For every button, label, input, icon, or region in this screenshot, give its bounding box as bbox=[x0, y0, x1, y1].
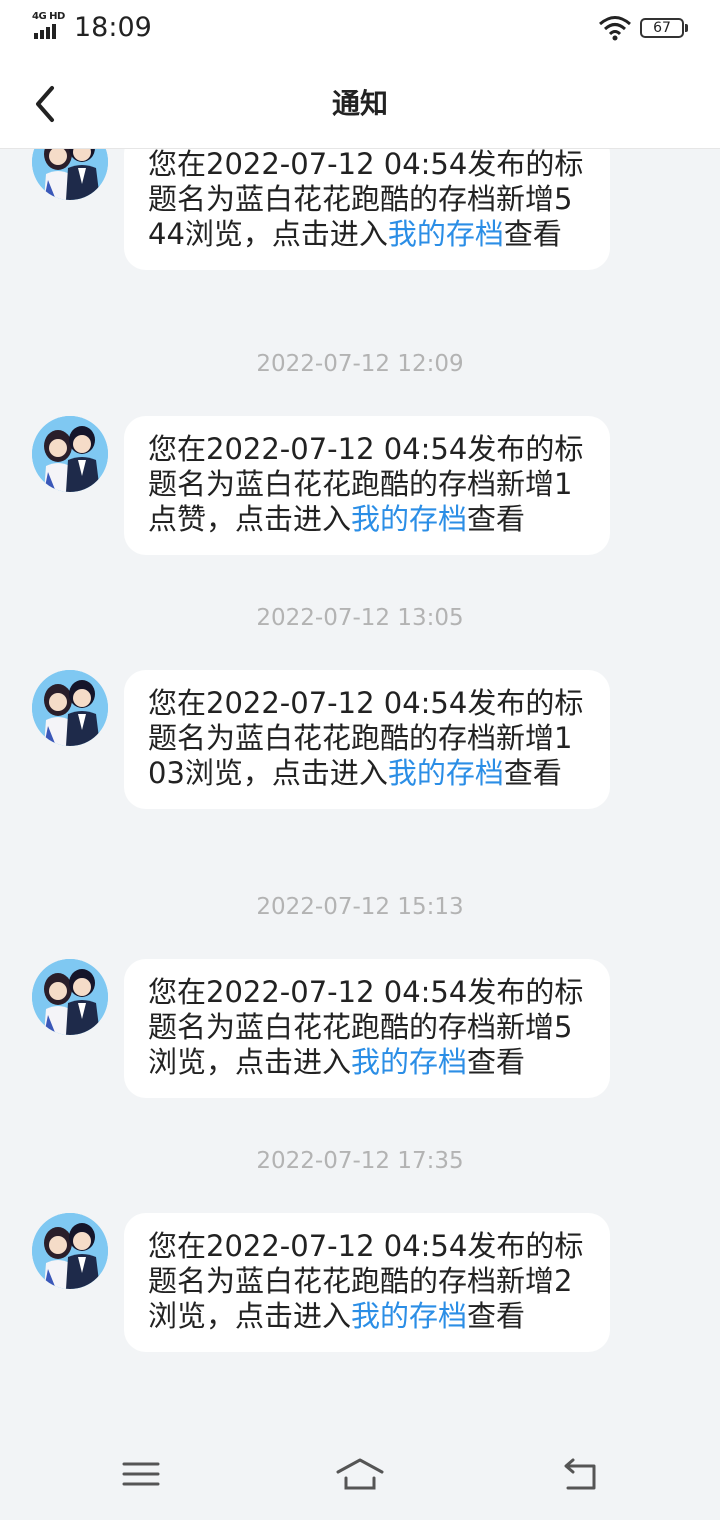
message-text-end: 查看 bbox=[467, 1299, 526, 1333]
my-archive-link[interactable]: 我的存档 bbox=[351, 502, 467, 536]
message-bubble: 您在2022-07-12 04:54发布的标题名为蓝白花花跑酷的存档新增544浏… bbox=[124, 132, 610, 270]
avatar[interactable] bbox=[32, 959, 108, 1035]
timestamp: 2022-07-12 13:05 bbox=[256, 605, 464, 631]
timestamp: 2022-07-12 17:35 bbox=[256, 1148, 464, 1174]
message-text-end: 查看 bbox=[467, 1045, 526, 1079]
message-bubble: 您在2022-07-12 04:54发布的标题名为蓝白花花跑酷的存档新增5浏览，… bbox=[124, 959, 610, 1098]
status-bar: 4G HD 18:09 67 bbox=[0, 0, 720, 56]
home-button[interactable] bbox=[335, 1454, 385, 1494]
message-bubble: 您在2022-07-12 04:54发布的标题名为蓝白花花跑酷的存档新增1点赞，… bbox=[124, 416, 610, 555]
header: 通知 bbox=[0, 56, 720, 149]
timestamp: 2022-07-12 15:13 bbox=[256, 894, 464, 920]
menu-icon bbox=[122, 1462, 160, 1486]
system-nav-bar bbox=[0, 1436, 720, 1520]
avatar-image bbox=[32, 1213, 108, 1289]
my-archive-link[interactable]: 我的存档 bbox=[388, 756, 504, 790]
battery-icon: 67 bbox=[640, 18, 688, 38]
cellular-signal-icon: 4G HD bbox=[32, 12, 68, 40]
avatar[interactable] bbox=[32, 416, 108, 492]
status-time: 18:09 bbox=[74, 12, 152, 43]
my-archive-link[interactable]: 我的存档 bbox=[351, 1299, 467, 1333]
home-icon bbox=[336, 1458, 384, 1490]
page-title: 通知 bbox=[331, 87, 388, 120]
message-text-end: 查看 bbox=[503, 756, 562, 790]
menu-button[interactable] bbox=[116, 1454, 166, 1494]
system-back-button[interactable] bbox=[556, 1454, 606, 1494]
avatar[interactable] bbox=[32, 670, 108, 746]
message-bubble: 您在2022-07-12 04:54发布的标题名为蓝白花花跑酷的存档新增2浏览，… bbox=[124, 1213, 610, 1352]
avatar[interactable] bbox=[32, 1213, 108, 1289]
avatar-image bbox=[32, 959, 108, 1035]
avatar-image bbox=[32, 670, 108, 746]
message-bubble: 您在2022-07-12 04:54发布的标题名为蓝白花花跑酷的存档新增103浏… bbox=[124, 670, 610, 809]
notification-list: 您在2022-07-12 04:54发布的标题名为蓝白花花跑酷的存档新增544浏… bbox=[0, 0, 720, 1520]
network-label: 4G HD bbox=[32, 11, 65, 22]
message-text-end: 查看 bbox=[503, 217, 562, 251]
wifi-icon bbox=[598, 15, 632, 45]
avatar-image bbox=[32, 416, 108, 492]
back-icon bbox=[564, 1458, 596, 1490]
message-text-end: 查看 bbox=[467, 502, 526, 536]
my-archive-link[interactable]: 我的存档 bbox=[388, 217, 504, 251]
my-archive-link[interactable]: 我的存档 bbox=[351, 1045, 467, 1079]
timestamp: 2022-07-12 12:09 bbox=[256, 351, 464, 377]
